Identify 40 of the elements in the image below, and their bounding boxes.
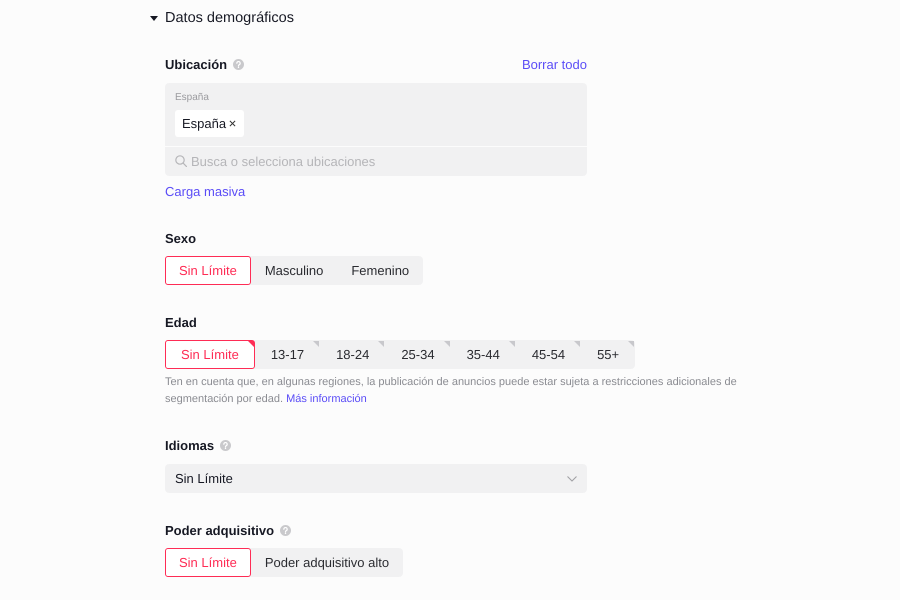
option-button[interactable]: Sin Límite [165,256,251,285]
corner-triangle-icon [628,341,634,347]
option-button[interactable]: 13-17 [254,340,320,369]
clear-all-link[interactable]: Borrar todo [522,56,587,72]
field-label: Poder adquisitivo [165,522,274,538]
option-button[interactable]: Sin Límite [165,548,251,577]
age-note: Ten en cuenta que, en algunas regiones, la publicación de anuncios puede estar sujeta a restricciones adicionales de segmentación por edad. Más información [165,375,738,407]
field-label: Idiomas [165,438,214,452]
corner-triangle-icon [248,341,254,347]
chevron-icon [567,476,577,482]
help-icon[interactable] [280,524,292,536]
search-icon [175,155,187,167]
option-button[interactable]: Femenino [337,256,424,285]
field-label: Sexo [165,230,196,246]
option-button[interactable]: 45-54 [516,340,582,369]
section-title[interactable]: Datos demográficos [165,10,294,26]
group-label: España [175,91,209,105]
option-button[interactable]: Sin Límite [165,340,255,369]
bulk-upload-link[interactable]: Carga masiva [165,184,246,200]
caret-icon[interactable] [150,16,158,20]
corner-triangle-icon [444,341,450,347]
option-button[interactable]: 35-44 [450,340,516,369]
option-button[interactable]: Poder adquisitivo alto [250,548,404,577]
search-field[interactable]: Busca o selecciona ubicaciones [165,147,587,176]
help-icon[interactable] [233,58,244,70]
corner-triangle-icon [508,341,515,347]
field-label: Ubicación [165,56,228,72]
field-label: Edad [165,314,197,330]
option-button[interactable]: 55+ [581,340,636,369]
corner-triangle-icon [378,341,384,347]
option-button[interactable]: Masculino [250,256,338,285]
help-icon[interactable] [220,440,232,450]
corner-triangle-icon [313,341,320,347]
chip-text: España [182,116,226,131]
more-info-link[interactable]: Más información [286,393,367,405]
option-button[interactable]: 18-24 [320,340,386,369]
close-icon[interactable] [229,120,236,127]
corner-triangle-icon [574,341,580,347]
option-button[interactable]: 25-34 [385,340,451,369]
language-dropdown[interactable]: Sin Límite [165,464,587,493]
